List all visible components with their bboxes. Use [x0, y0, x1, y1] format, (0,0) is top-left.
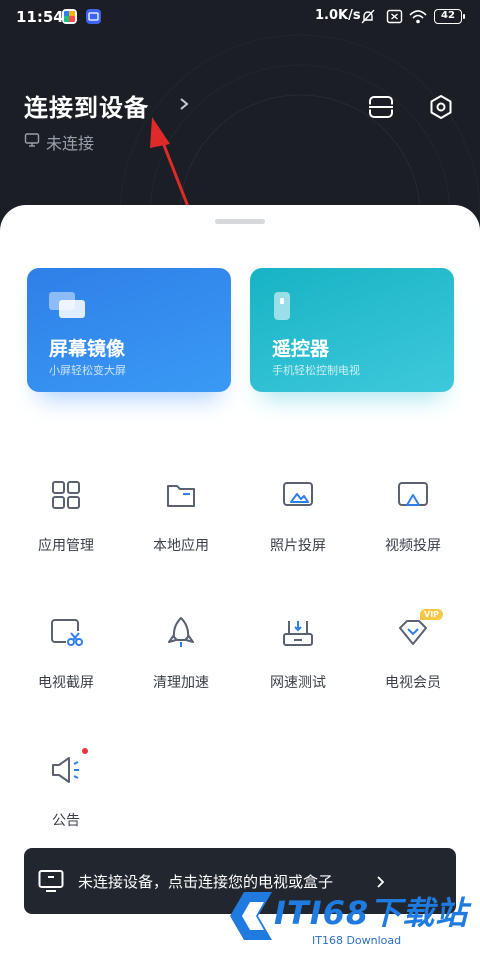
grid-item-video-cast[interactable]: 视频投屏	[358, 478, 468, 578]
grid-item-label: 电视截屏	[38, 675, 94, 691]
grid-item-photo-cast[interactable]: 照片投屏	[243, 478, 353, 578]
grid-item-label: 应用管理	[38, 538, 94, 554]
watermark-title: ITI68下载站	[274, 894, 469, 932]
grid-item-label: 本地应用	[153, 538, 209, 554]
vip-diamond-icon	[399, 620, 427, 645]
remote-control-icon	[272, 292, 296, 326]
grid-item-speed-test[interactable]: 网速测试	[243, 615, 353, 715]
mute-bell-icon	[360, 8, 376, 29]
card-subtitle: 手机轻松控制电视	[272, 364, 360, 377]
card-title: 遥控器	[272, 338, 330, 360]
megaphone-icon	[52, 757, 79, 783]
close-box-icon	[386, 8, 403, 29]
main-panel: 屏幕镜像 小屏轻松变大屏 遥控器 手机轻松控制电视 应用管理 本地应用 照片投屏…	[0, 205, 480, 960]
grid-item-clean-boost[interactable]: 清理加速	[126, 615, 236, 715]
grid-item-app-management[interactable]: 应用管理	[11, 478, 121, 578]
network-speed: 1.0K/s	[315, 8, 361, 23]
message-notification-icon	[86, 9, 101, 24]
app-notification-icon	[62, 9, 77, 24]
wifi-icon	[408, 8, 428, 29]
photo-cast-icon	[283, 482, 313, 506]
status-time: 11:54	[16, 8, 64, 26]
battery-indicator: 42	[434, 9, 465, 24]
watermark-logo-icon	[230, 892, 272, 940]
vip-badge: VIP	[420, 609, 444, 620]
header-area: 11:54 1.0K/s 42 连接到设备 未连接	[0, 0, 480, 230]
grid-item-tv-screenshot[interactable]: 电视截屏	[11, 615, 121, 715]
rocket-icon	[168, 617, 194, 647]
screen-mirror-icon	[49, 292, 89, 324]
grid-item-label: 网速测试	[270, 675, 326, 691]
drag-handle[interactable]	[215, 219, 265, 224]
monitor-icon	[24, 132, 40, 152]
router-icon	[283, 621, 313, 646]
grid-item-local-apps[interactable]: 本地应用	[126, 478, 236, 578]
watermark-subtitle: IT168 Download	[312, 934, 402, 947]
connect-device-title[interactable]: 连接到设备	[24, 88, 149, 123]
grid-item-announcement[interactable]: 公告	[11, 748, 121, 853]
tv-icon	[38, 868, 64, 898]
grid-item-label: 公告	[52, 813, 80, 829]
connection-status-label: 未连接	[46, 134, 95, 153]
grid-item-label: 清理加速	[153, 675, 209, 691]
grid-item-label: 照片投屏	[270, 538, 326, 554]
screen-mirror-card[interactable]: 屏幕镜像 小屏轻松变大屏	[27, 268, 231, 392]
card-title: 屏幕镜像	[49, 338, 126, 360]
remote-control-card[interactable]: 遥控器 手机轻松控制电视	[250, 268, 454, 392]
tv-screenshot-icon	[51, 619, 83, 646]
connection-status: 未连接	[24, 130, 94, 154]
grid-item-tv-vip[interactable]: VIP 电视会员	[358, 609, 468, 715]
card-subtitle: 小屏轻松变大屏	[49, 364, 126, 377]
grid-item-label: 电视会员	[385, 675, 441, 691]
video-cast-icon	[398, 482, 428, 506]
status-bar: 11:54 1.0K/s 42	[0, 0, 480, 34]
grid-item-label: 视频投屏	[385, 538, 441, 554]
watermark: ITI68下载站 IT168 Download	[230, 884, 480, 960]
apps-grid-icon	[52, 481, 80, 509]
scan-icon[interactable]	[367, 94, 395, 124]
settings-gear-icon[interactable]	[428, 94, 454, 124]
folder-icon	[167, 485, 195, 507]
unread-dot	[82, 748, 88, 754]
